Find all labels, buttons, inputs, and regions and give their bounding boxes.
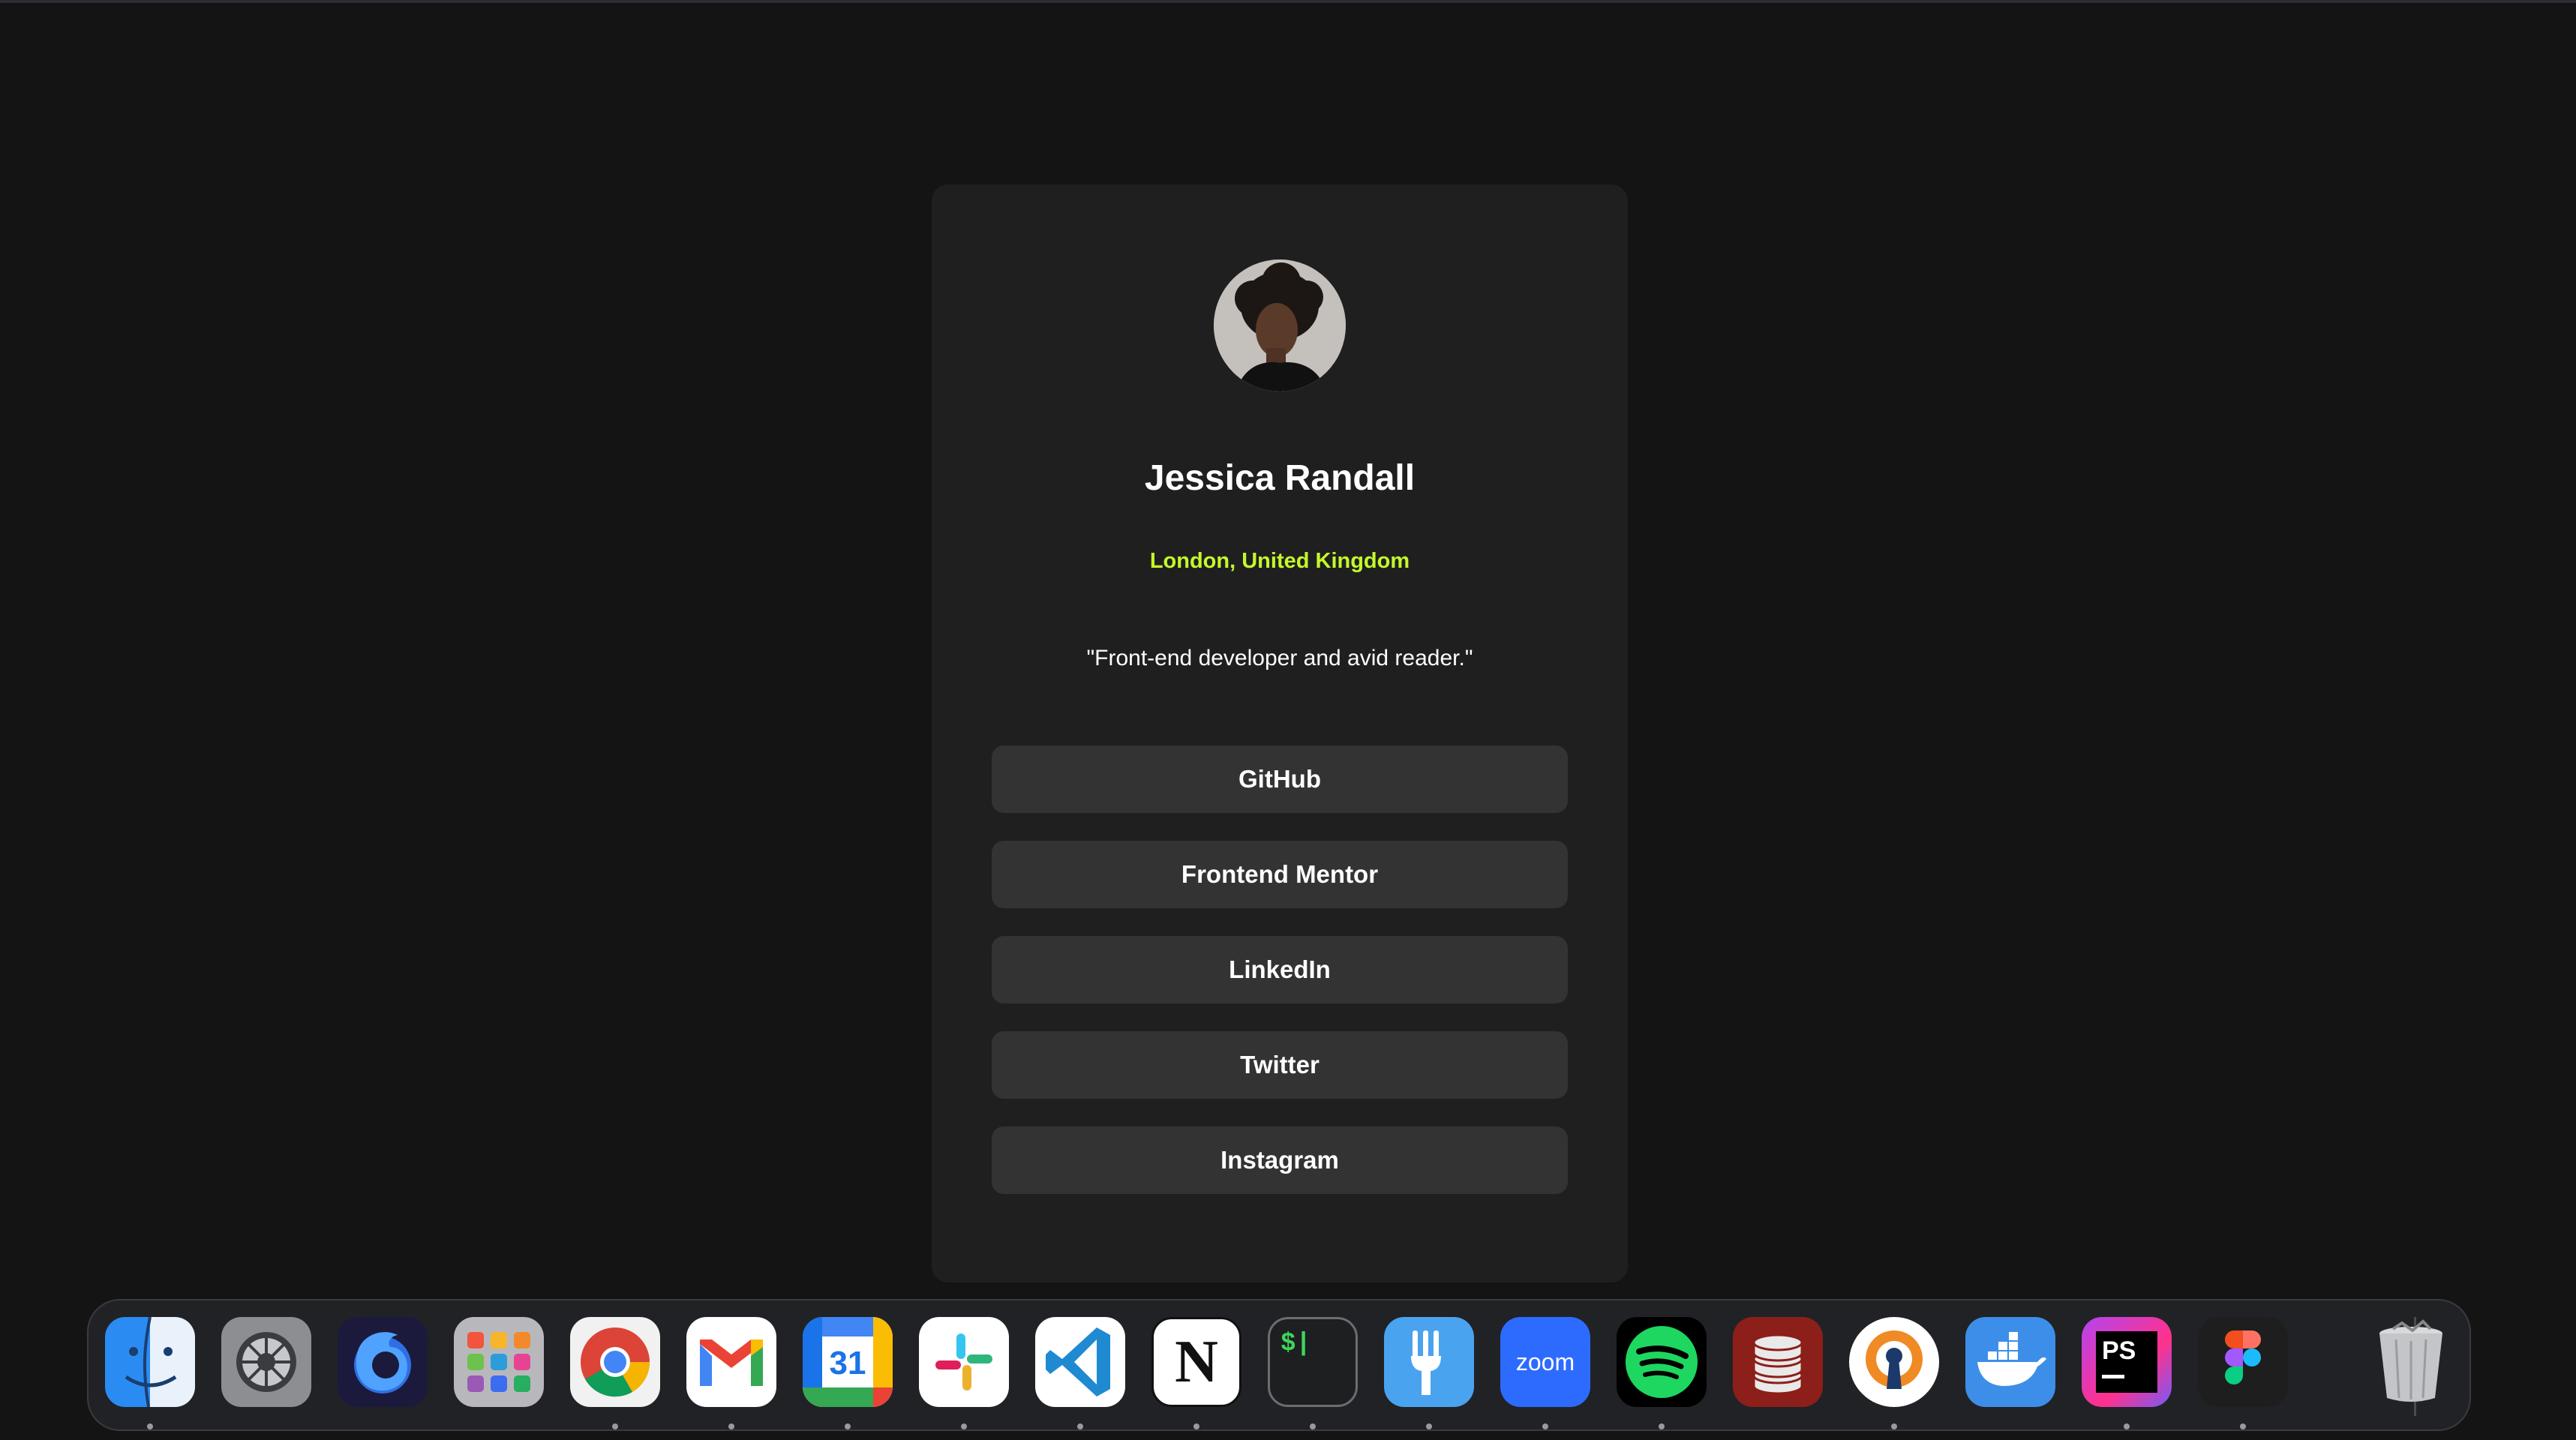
- zoom-icon[interactable]: zoom: [1500, 1317, 1590, 1407]
- zoom-label: zoom: [1515, 1348, 1575, 1376]
- github-link-button[interactable]: GitHub: [992, 746, 1568, 813]
- screen-top-edge: [0, 0, 2576, 3]
- profile-bio: "Front-end developer and avid reader.": [1086, 646, 1473, 670]
- docker-whale-icon[interactable]: [1965, 1317, 2055, 1407]
- running-indicator: [1542, 1424, 1548, 1430]
- instagram-link-button[interactable]: Instagram: [992, 1126, 1568, 1194]
- phpstorm-icon[interactable]: PS: [2082, 1317, 2172, 1407]
- profile-name: Jessica Randall: [1144, 458, 1416, 498]
- vscode-icon[interactable]: [1035, 1317, 1125, 1407]
- chrome-icon[interactable]: [570, 1317, 660, 1407]
- launchpad-grid-icon[interactable]: [454, 1317, 544, 1407]
- running-indicator: [1426, 1424, 1432, 1430]
- running-indicator: [961, 1424, 967, 1430]
- running-indicator: [147, 1424, 153, 1430]
- calendar-icon[interactable]: 31: [803, 1317, 893, 1407]
- notion-icon[interactable]: N: [1151, 1317, 1241, 1407]
- frontend-mentor-link-button[interactable]: Frontend Mentor: [992, 841, 1568, 908]
- running-indicator: [2124, 1424, 2130, 1430]
- running-indicator: [845, 1424, 851, 1430]
- notion-letter: N: [1175, 1328, 1218, 1395]
- firefox-icon[interactable]: [338, 1317, 428, 1407]
- terminal-icon[interactable]: $|: [1268, 1317, 1358, 1407]
- phpstorm-label: PS: [2102, 1336, 2136, 1365]
- profile-location: London, United Kingdom: [1149, 549, 1410, 573]
- running-indicator: [1077, 1424, 1083, 1430]
- phpstorm-badge: PS: [2096, 1331, 2157, 1393]
- terminal-prompt: $|: [1280, 1330, 1311, 1358]
- settings-gear-icon[interactable]: [221, 1317, 311, 1407]
- running-indicator: [1891, 1424, 1897, 1430]
- social-links: GitHub Frontend Mentor LinkedIn Twitter …: [992, 746, 1568, 1222]
- database-icon[interactable]: [1733, 1317, 1823, 1407]
- vpn-keyhole-icon[interactable]: [1849, 1317, 1939, 1407]
- finder-icon[interactable]: [105, 1317, 195, 1407]
- phpstorm-underscore: [2102, 1375, 2124, 1378]
- calendar-date-text: 31: [830, 1345, 866, 1382]
- spotify-icon[interactable]: [1617, 1317, 1707, 1407]
- running-indicator: [728, 1424, 734, 1430]
- running-indicator: [1659, 1424, 1665, 1430]
- avatar: [1214, 260, 1346, 392]
- slack-icon[interactable]: [919, 1317, 1009, 1407]
- profile-card: Jessica Randall London, United Kingdom "…: [932, 184, 1628, 1282]
- running-indicator: [2240, 1424, 2246, 1430]
- trash-icon[interactable]: [2366, 1317, 2456, 1407]
- fork-icon[interactable]: [1384, 1317, 1474, 1407]
- dock: 31 N $| zoom PS: [87, 1299, 2471, 1431]
- running-indicator: [612, 1424, 618, 1430]
- gmail-icon[interactable]: [686, 1317, 776, 1407]
- linkedin-link-button[interactable]: LinkedIn: [992, 936, 1568, 1004]
- twitter-link-button[interactable]: Twitter: [992, 1031, 1568, 1099]
- figma-icon[interactable]: [2198, 1317, 2288, 1407]
- running-indicator: [1310, 1424, 1316, 1430]
- running-indicator: [1193, 1424, 1199, 1430]
